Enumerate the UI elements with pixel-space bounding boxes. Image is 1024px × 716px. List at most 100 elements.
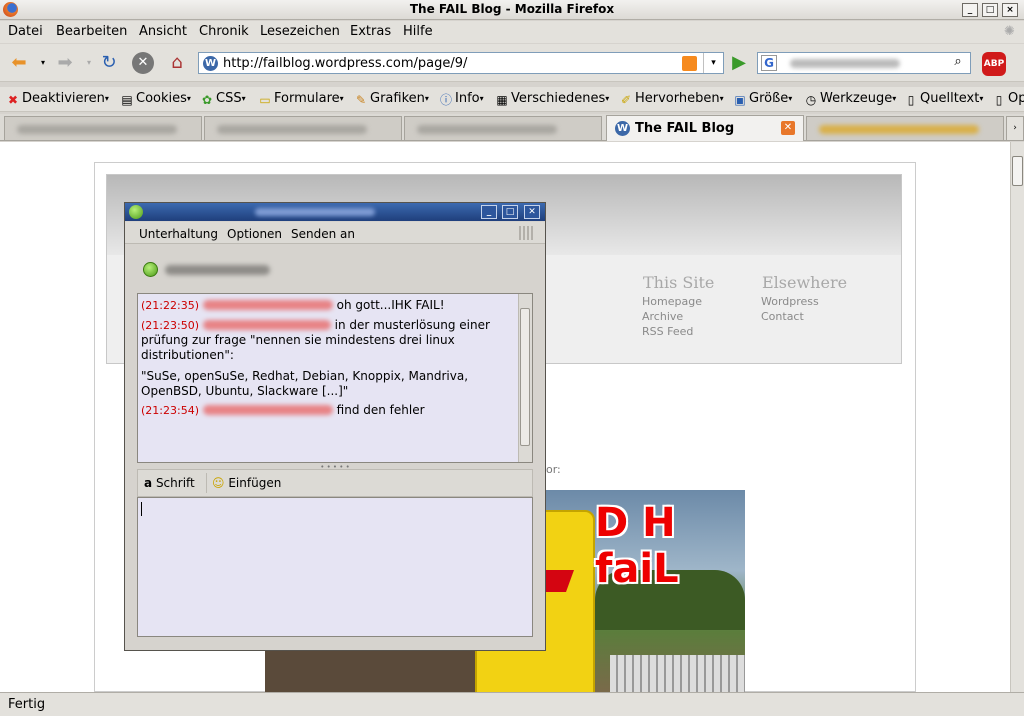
tab-close-icon[interactable]: ✕ [781,121,795,135]
reload-icon[interactable]: ↻ [98,52,120,74]
toolbar-werkzeuge-label: Werkzeuge [820,91,893,106]
window-titlebar: The FAIL Blog - Mozilla Firefox _ □ × [0,0,1024,20]
rss-icon[interactable] [682,56,697,71]
message-timestamp: (21:22:35) [141,299,199,312]
menu-bearbeiten[interactable]: Bearbeiten [56,24,127,39]
toolbar-hervorheben-label: Hervorheben [635,91,720,106]
chat-menubar: Unterhaltung Optionen Senden an [125,222,545,244]
chat-menu-optionen[interactable]: Optionen [227,227,282,241]
font-icon: a [144,476,153,490]
chat-minimize-button[interactable]: _ [481,205,497,219]
search-box[interactable]: G ⌕ [757,52,971,74]
options-icon: ▯ [995,93,1003,107]
sender-redacted [202,405,333,415]
tab-1[interactable] [4,116,202,140]
tab-2[interactable] [204,116,402,140]
chat-input[interactable] [137,497,533,637]
chat-menu-senden-an[interactable]: Senden an [291,227,355,241]
maximize-button[interactable]: □ [982,3,998,17]
chat-log-scroll-thumb[interactable] [520,308,530,446]
tab-5[interactable] [806,116,1004,140]
misc-icon: ▦ [496,93,508,107]
search-icon[interactable]: ⌕ [948,54,968,72]
chat-message: "SuSe, openSuSe, Redhat, Debian, Knoppix… [141,369,511,399]
toolbar-groesse[interactable]: ▣ Größe▾ [733,91,792,107]
page-scrollbar[interactable] [1010,142,1024,692]
back-dropdown-icon[interactable]: ▾ [32,52,54,74]
css-icon: ✿ [201,93,213,107]
toolbar-info[interactable]: ⓘ Info▾ [439,91,484,107]
link-contact[interactable]: Contact [761,310,804,323]
text-caret [141,502,142,516]
minimize-button[interactable]: _ [962,3,978,17]
chat-log-scrollbar[interactable] [518,294,532,462]
toolbar-grafiken[interactable]: ✎ Grafiken▾ [354,91,429,107]
scrollbar-thumb[interactable] [1012,156,1023,186]
close-button[interactable]: × [1002,3,1018,17]
chat-buddy-header [125,245,545,293]
menu-chronik[interactable]: Chronik [199,24,249,39]
message-text: find den fehler [336,403,425,417]
info-icon: ⓘ [439,93,452,107]
stop-icon[interactable]: ✕ [132,52,154,74]
toolbar-verschiedenes[interactable]: ▦ Verschiedenes▾ [495,91,609,107]
chat-menu-unterhaltung[interactable]: Unterhaltung [139,227,218,241]
go-icon[interactable]: ▶ [728,52,750,74]
post-text-partial: or: [546,463,561,476]
menu-datei[interactable]: Datei [8,24,43,39]
tab-scroll-button[interactable]: › [1006,116,1024,140]
status-text: Fertig [8,697,46,712]
resize-icon: ▣ [734,93,746,107]
insert-button-label: Einfügen [228,476,282,490]
adblock-icon[interactable]: ABP [982,52,1006,76]
smiley-icon: ☺ [212,476,225,490]
chat-titlebar[interactable]: _ □ ✕ [125,203,545,221]
image-icon: ✎ [355,93,367,107]
tab-title-redacted [417,125,557,134]
google-icon[interactable]: G [761,55,777,71]
chat-log[interactable]: (21:22:35) oh gott...IHK FAIL! (21:23:50… [137,293,533,463]
toolbar-verschiedenes-label: Verschiedenes [511,91,606,106]
disable-icon: ✖ [7,93,19,107]
menu-hilfe[interactable]: Hilfe [403,24,433,39]
tab-title-redacted [217,125,367,134]
toolbar-groesse-label: Größe [749,91,789,106]
toolbar-optionen-label: Op [1008,91,1024,106]
url-dropdown-icon[interactable]: ▾ [703,53,723,73]
tab-fail-blog[interactable]: W The FAIL Blog ✕ [606,115,804,141]
chat-message: (21:23:50) in der musterlösung einer prü… [141,318,511,363]
back-icon[interactable]: ⬅ [8,52,30,74]
insert-button[interactable]: ☺ Einfügen [212,476,281,490]
highlight-icon: ✐ [620,93,632,107]
toolbar-werkzeuge[interactable]: ◷ Werkzeuge▾ [804,91,897,107]
toolbar-formulare[interactable]: ▭ Formulare▾ [258,91,343,107]
toolbar-optionen[interactable]: ▯ Op [992,91,1024,107]
menu-ansicht[interactable]: Ansicht [139,24,187,39]
link-wordpress[interactable]: Wordpress [761,295,819,308]
tab-3[interactable] [404,116,602,140]
tab-title-redacted [17,125,177,134]
toolbar-quelltext[interactable]: ▯ Quelltext▾ [904,91,984,107]
chat-window[interactable]: _ □ ✕ Unterhaltung Optionen Senden an (2… [124,202,546,651]
chat-close-button[interactable]: ✕ [524,205,540,219]
toolbar-quelltext-label: Quelltext [920,91,980,106]
forward-dropdown-icon[interactable]: ▾ [78,52,100,74]
link-homepage[interactable]: Homepage [642,295,702,308]
menu-lesezeichen[interactable]: Lesezeichen [260,24,340,39]
font-button[interactable]: a Schrift [144,476,195,490]
link-rss-feed[interactable]: RSS Feed [642,325,693,338]
chat-maximize-button[interactable]: □ [502,205,518,219]
toolbar-divider [206,473,207,493]
toolbar-cookies[interactable]: ▤ Cookies▾ [120,91,191,107]
toolbar-deaktivieren[interactable]: ✖ Deaktivieren▾ [6,91,109,107]
home-icon[interactable]: ⌂ [166,52,188,74]
tab-label: The FAIL Blog [635,121,735,136]
forward-icon[interactable]: ➡ [54,52,76,74]
font-button-label: Schrift [155,476,195,490]
menu-extras[interactable]: Extras [350,24,391,39]
toolbar-cookies-label: Cookies [136,91,187,106]
link-archive[interactable]: Archive [642,310,683,323]
address-bar[interactable]: W http://failblog.wordpress.com/page/9/ … [198,52,724,74]
toolbar-hervorheben[interactable]: ✐ Hervorheben▾ [619,91,724,107]
toolbar-css[interactable]: ✿ CSS▾ [200,91,246,107]
